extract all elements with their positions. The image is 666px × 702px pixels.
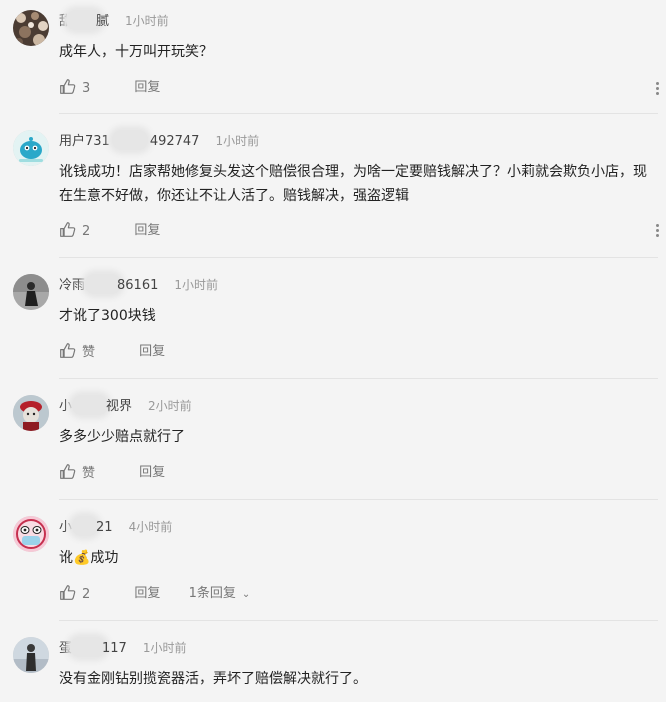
comment-meta: 甜腻 1小时前: [59, 10, 169, 30]
avatar[interactable]: [13, 637, 49, 673]
figure-photo-avatar-icon: [13, 637, 49, 673]
username-blur: [70, 637, 107, 657]
red-hat-toy-avatar-icon: [13, 395, 49, 431]
masked-face-avatar-icon: [13, 516, 49, 552]
thumbs-up-icon: [60, 464, 76, 479]
view-replies-button[interactable]: 1条回复 ⌄: [189, 584, 251, 605]
comment-actions: 2 回复 1条回复 ⌄: [59, 584, 250, 604]
comment-time: 4小时前: [128, 520, 173, 534]
comment-item: 蛋 117 1小时前 没有金刚钻别揽瓷器活，弄坏了赔偿解决就行了。: [0, 620, 666, 702]
comment-text: 讹钱成功！店家帮她修复头发这个赔偿很合理，为啥一定要赔钱解决了？小莉就会欺负小店…: [59, 164, 647, 204]
like-button[interactable]: 赞: [59, 463, 95, 484]
comment-item: 用户731 492747 1小时前 讹钱成功！店家帮她修复头发这个赔偿很合理，为啥一…: [0, 113, 666, 257]
comment-time: 2小时前: [148, 399, 192, 413]
more-options-icon[interactable]: [656, 82, 660, 98]
reply-button[interactable]: 回复: [139, 463, 165, 483]
comment-text: 成年人，十万叫开玩笑？: [59, 44, 213, 60]
like-count: 2: [82, 224, 91, 239]
username[interactable]: 甜腻: [59, 10, 109, 30]
comment-time: 1小时前: [142, 641, 187, 655]
like-label: 赞: [82, 466, 96, 481]
comment-meta: 冷雨 86161 1小时前: [59, 274, 218, 294]
comment-meta: 用户731 492747 1小时前: [59, 130, 259, 150]
comment-meta: 小视界 2小时前: [59, 395, 192, 415]
reply-button[interactable]: 回复: [139, 342, 165, 362]
chevron-down-icon: ⌄: [241, 589, 251, 600]
comment-actions: 赞 回复: [59, 463, 165, 483]
username[interactable]: 用户731 492747: [59, 130, 199, 150]
comment-item: 小 21 4小时前 讹💰成功 2 回复 1条回复 ⌄: [0, 499, 666, 620]
like-button[interactable]: 3: [59, 78, 90, 99]
username-blur: [72, 395, 109, 415]
username-blur: [85, 274, 122, 294]
like-count: 3: [82, 81, 91, 96]
like-label: 赞: [82, 345, 96, 360]
comment-text: 没有金刚钻别揽瓷器活，弄坏了赔偿解决就行了。: [59, 671, 367, 687]
reply-button[interactable]: 回复: [134, 584, 160, 604]
reply-button[interactable]: 回复: [134, 78, 160, 98]
comment-item: 冷雨 86161 1小时前 才讹了300块钱 赞 回复: [0, 257, 666, 378]
dark-figure-avatar-icon: [13, 274, 49, 310]
avatar[interactable]: [13, 395, 49, 431]
username-blur: [111, 130, 148, 150]
comment-time: 1小时前: [125, 14, 169, 28]
avatar[interactable]: [13, 516, 49, 552]
comment-text: 多多少少赔点就行了: [59, 429, 185, 445]
thumbs-up-icon: [60, 222, 76, 237]
replies-label: 1条回复: [188, 586, 236, 601]
username-blur: [72, 516, 99, 536]
comment-item: 小视界 2小时前 多多少少赔点就行了 赞 回复: [0, 378, 666, 499]
comment-meta: 小 21 4小时前: [59, 516, 172, 536]
comment-text: 才讹了300块钱: [59, 308, 156, 324]
more-options-icon[interactable]: [656, 224, 660, 240]
floral-avatar-icon: [13, 10, 49, 46]
like-count: 2: [82, 587, 91, 602]
username[interactable]: 冷雨 86161: [59, 274, 158, 294]
cartoon-cyan-avatar-icon: [13, 130, 49, 166]
avatar[interactable]: [13, 274, 49, 310]
reply-button[interactable]: 回复: [134, 221, 160, 241]
username[interactable]: 蛋 117: [59, 637, 127, 657]
avatar[interactable]: [13, 130, 49, 166]
comment-item: 甜腻 1小时前 成年人，十万叫开玩笑？ 3 回复: [0, 0, 666, 113]
comment-time: 1小时前: [174, 278, 219, 292]
comment-actions: 3 回复: [59, 78, 160, 98]
comment-meta: 蛋 117 1小时前: [59, 637, 186, 657]
username[interactable]: 小视界: [59, 395, 132, 415]
thumbs-up-icon: [60, 343, 76, 358]
like-button[interactable]: 2: [59, 584, 90, 605]
username[interactable]: 小 21: [59, 516, 113, 536]
thumbs-up-icon: [60, 79, 76, 94]
avatar[interactable]: [13, 10, 49, 46]
comment-actions: 2 回复: [59, 221, 160, 241]
comment-text: 讹💰成功: [59, 550, 119, 566]
thumbs-up-icon: [60, 585, 76, 600]
comment-time: 1小时前: [215, 134, 260, 148]
like-button[interactable]: 赞: [59, 342, 95, 363]
like-button[interactable]: 2: [59, 221, 90, 242]
comment-list: 甜腻 1小时前 成年人，十万叫开玩笑？ 3 回复 用户731492747 1小时前: [0, 0, 666, 702]
comment-actions: 赞 回复: [59, 342, 165, 362]
